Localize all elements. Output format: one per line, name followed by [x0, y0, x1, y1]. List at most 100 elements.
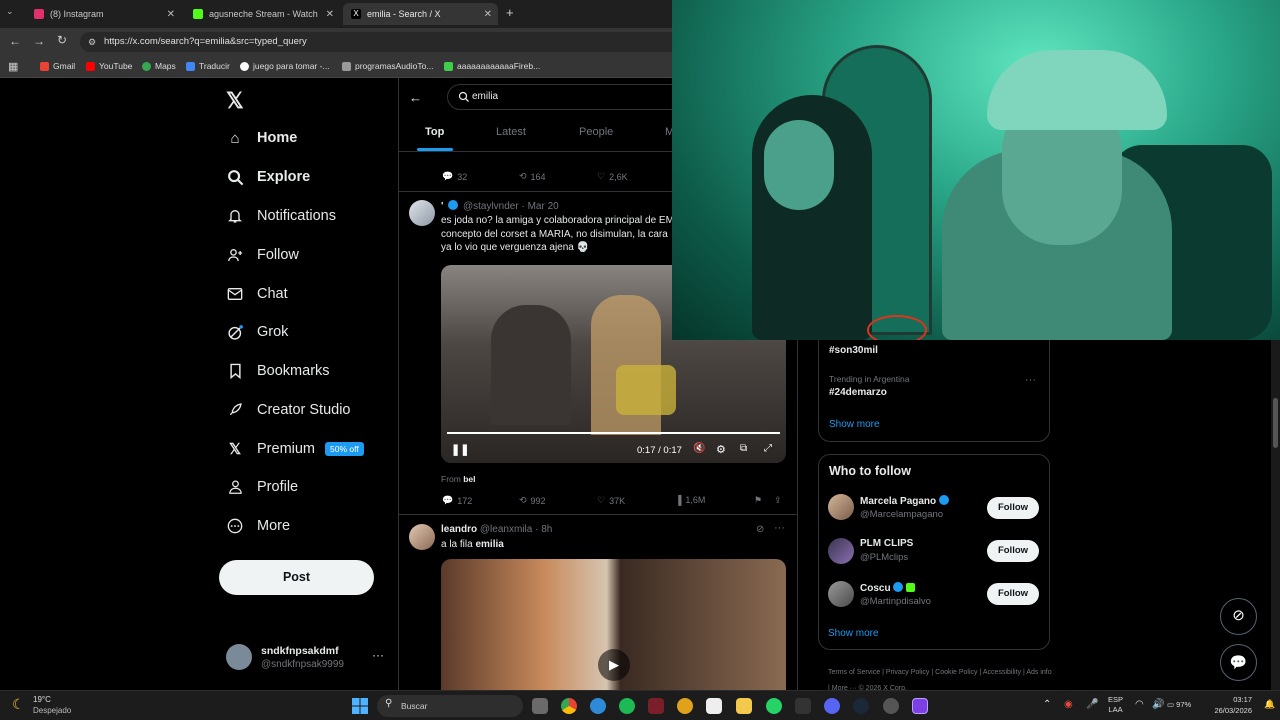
settings-icon[interactable]: ⚙ [716, 443, 726, 456]
show-more-link[interactable]: Show more [828, 628, 879, 639]
bookmark-juego[interactable]: juego para tomar -... [240, 61, 330, 71]
nav-grok[interactable]: Grok [226, 323, 288, 341]
close-icon[interactable]: ✕ [484, 9, 492, 20]
video-progress-track[interactable] [447, 432, 780, 434]
footer-link[interactable]: Accessibility [983, 669, 1021, 676]
play-icon[interactable]: ▶ [598, 649, 630, 681]
mic-icon[interactable]: 🎤 [1086, 699, 1098, 710]
reload-icon[interactable]: ↻ [57, 33, 67, 47]
follow-button[interactable]: Follow [987, 583, 1039, 605]
footer-link[interactable]: Privacy Policy [886, 669, 930, 676]
vegas-icon[interactable] [648, 698, 664, 714]
weather-widget[interactable]: ☾ 19°C Despejado [12, 694, 102, 718]
nav-more[interactable]: More [226, 517, 290, 535]
tab-x-search[interactable]: X emilia - Search / X ✕ [343, 3, 498, 25]
follow-user-name[interactable]: PLM CLIPS [860, 538, 913, 549]
tab-latest[interactable]: Latest [496, 126, 526, 138]
task-view-icon[interactable] [532, 698, 548, 714]
share-icon[interactable]: ⇪ [774, 495, 782, 506]
bookmark-firebase[interactable]: aaaaaaaaaaaaFireb... [444, 61, 540, 71]
store-icon[interactable] [706, 698, 722, 714]
reply-button[interactable]: 💬 32 [442, 171, 467, 182]
pause-icon[interactable]: ❚❚ [451, 443, 469, 456]
fullscreen-icon[interactable]: ⤢ [764, 443, 772, 454]
tab-list-dropdown-icon[interactable]: ⌄ [6, 6, 20, 20]
mute-icon[interactable]: 🔇 [693, 443, 705, 454]
pip-icon[interactable]: ⧉ [740, 443, 747, 454]
taskbar-search[interactable]: ⚲ Buscar [377, 695, 523, 717]
notifications-bell-icon[interactable]: 🔔 [1264, 699, 1275, 710]
tab-top[interactable]: Top [425, 126, 444, 138]
discord-icon[interactable] [824, 698, 840, 714]
nav-explore[interactable]: Explore [226, 168, 310, 186]
tweet-more-icon[interactable]: ··· [774, 522, 785, 534]
follow-button[interactable]: Follow [987, 540, 1039, 562]
repost-button[interactable]: ⟲ 164 [519, 171, 546, 182]
post-button[interactable]: Post [219, 560, 374, 595]
footer-link[interactable]: Terms of Service [828, 669, 880, 676]
account-more-icon[interactable]: ··· [372, 648, 384, 662]
steam-icon[interactable] [853, 698, 869, 714]
trend-item[interactable]: #24demarzo [829, 387, 887, 398]
footer-link[interactable]: Ads info [1026, 669, 1051, 676]
url-field[interactable]: ⚙ https://x.com/search?q=emilia&src=type… [80, 32, 672, 52]
close-icon[interactable]: ✕ [167, 9, 175, 20]
show-hidden-icons[interactable]: ⌃ [1043, 699, 1051, 710]
spotify-icon[interactable] [619, 698, 635, 714]
follow-button[interactable]: Follow [987, 497, 1039, 519]
avast-icon[interactable] [677, 698, 693, 714]
app-icon[interactable] [912, 698, 928, 714]
reply-button[interactable]: 💬 172 [442, 495, 472, 506]
volume-icon[interactable]: 🔊 [1152, 699, 1164, 710]
close-icon[interactable]: ✕ [326, 9, 334, 20]
bookmark-youtube[interactable]: YouTube [86, 61, 132, 71]
nav-bookmarks[interactable]: Bookmarks [226, 362, 330, 380]
back-icon[interactable]: ← [9, 34, 21, 48]
tray-icon[interactable]: ◉ [1064, 699, 1073, 710]
account-switcher[interactable]: sndkfnpsakdmf @sndkfnpsak9999 ··· [226, 644, 386, 674]
file-explorer-icon[interactable] [736, 698, 752, 714]
nav-home[interactable]: ⌂ Home [226, 129, 297, 147]
nav-premium[interactable]: 𝕏 Premium 50% off [226, 440, 364, 458]
repost-button[interactable]: ⟲ 992 [519, 495, 546, 506]
whatsapp-icon[interactable] [766, 698, 782, 714]
footer-link[interactable]: Cookie Policy [935, 669, 977, 676]
edge-icon[interactable] [590, 698, 606, 714]
bookmark-programas[interactable]: programasAudioTo... [342, 61, 433, 71]
scrollbar[interactable] [1271, 340, 1280, 690]
video-source-user[interactable]: bel [463, 474, 475, 484]
follow-user-name[interactable]: Marcela Pagano [860, 495, 949, 507]
tab-people[interactable]: People [579, 126, 613, 138]
start-button[interactable] [352, 698, 368, 714]
scrollbar-thumb[interactable] [1273, 398, 1278, 448]
nav-notifications[interactable]: Notifications [226, 207, 336, 225]
tab-kick[interactable]: agusneche Stream - Watch Live ✕ [185, 3, 340, 25]
bookmark-maps[interactable]: Maps [142, 61, 176, 71]
like-button[interactable]: ♡ 37K [597, 495, 625, 506]
nav-profile[interactable]: Profile [226, 478, 298, 496]
trend-more-icon[interactable]: ··· [1025, 374, 1036, 386]
nav-follow[interactable]: Follow [226, 246, 299, 264]
new-tab-icon[interactable]: + [506, 5, 514, 20]
tweet-video[interactable]: ▶ [441, 559, 786, 690]
bookmark-gmail[interactable]: Gmail [40, 61, 75, 71]
nav-chat[interactable]: Chat [226, 285, 288, 303]
capcut-icon[interactable] [795, 698, 811, 714]
show-more-link[interactable]: Show more [829, 419, 880, 430]
views-button[interactable]: ▐ 1,6M [675, 495, 705, 505]
like-button[interactable]: ♡ 2,6K [597, 171, 628, 182]
x-logo-icon[interactable]: 𝕏 [226, 88, 244, 114]
trend-item[interactable]: #son30mil [829, 345, 878, 356]
tab-instagram[interactable]: (8) Instagram ✕ [26, 3, 181, 25]
battery-status[interactable]: ▭ 97% [1167, 700, 1191, 709]
forward-icon[interactable]: → [33, 34, 45, 48]
obs-icon[interactable] [883, 698, 899, 714]
site-info-icon[interactable]: ⚙ [88, 32, 96, 52]
nav-creator-studio[interactable]: Creator Studio [226, 401, 351, 419]
messages-icon[interactable]: 💬 [1220, 644, 1257, 681]
grok-icon[interactable]: ⊘ [1220, 598, 1257, 635]
apps-grid-icon[interactable]: ▦ [8, 60, 18, 73]
language-indicator[interactable]: ESP LAA [1108, 695, 1123, 715]
wifi-icon[interactable]: ◠ [1135, 699, 1144, 710]
chrome-icon[interactable] [561, 698, 577, 714]
